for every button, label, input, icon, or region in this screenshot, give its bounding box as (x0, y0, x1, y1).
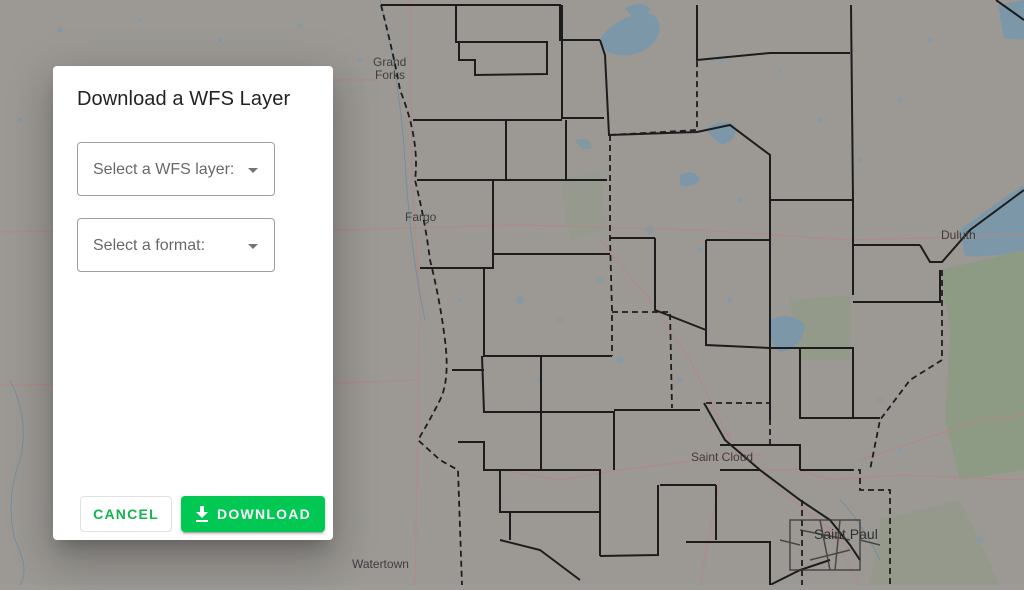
map-label-grand-forks-2: Forks (375, 68, 405, 82)
wfs-layer-select[interactable]: Select a WFS layer: (77, 142, 275, 196)
wfs-layer-select-label: Select a WFS layer: (93, 161, 235, 178)
download-button-label: DOWNLOAD (217, 506, 311, 522)
dialog-title: Download a WFS Layer (77, 88, 291, 110)
cancel-button-label: CANCEL (93, 506, 159, 522)
map-label-watertown: Watertown (352, 557, 409, 571)
format-select[interactable]: Select a format: (77, 218, 275, 272)
map-label-saint-paul: Saint Paul (814, 526, 878, 542)
dropdown-arrow-icon (248, 244, 258, 249)
download-button[interactable]: DOWNLOAD (181, 496, 325, 532)
map-label-fargo: Fargo (405, 210, 437, 224)
download-icon (195, 506, 209, 522)
map-label-duluth: Duluth (941, 228, 976, 242)
map-label-saint-cloud: Saint Cloud (691, 450, 754, 464)
format-select-label: Select a format: (93, 237, 206, 254)
dropdown-arrow-icon (248, 168, 258, 173)
download-wfs-dialog: Download a WFS Layer Select a WFS layer:… (53, 66, 333, 540)
cancel-button[interactable]: CANCEL (80, 496, 172, 532)
map-label-grand-forks-1: Grand (373, 55, 407, 69)
